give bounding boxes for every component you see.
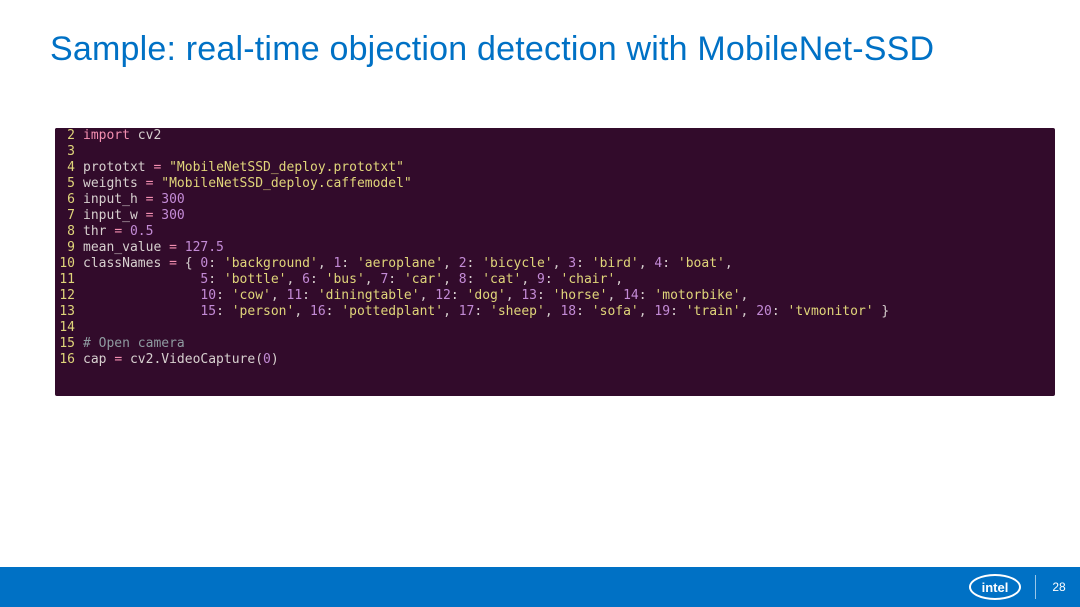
line-number: 11 [55,272,81,288]
line-number: 8 [55,224,81,240]
slide-title: Sample: real-time objection detection wi… [50,30,934,69]
page-number: 28 [1050,580,1068,594]
line-number: 2 [55,128,81,144]
intel-logo-icon: intel [969,574,1021,600]
code-block: 2import cv23 4prototxt = "MobileNetSSD_d… [55,128,1055,396]
code-text: mean_value = 127.5 [81,240,1055,256]
code-text: 15: 'person', 16: 'pottedplant', 17: 'sh… [81,304,1055,320]
code-text [81,320,1055,336]
line-number: 7 [55,208,81,224]
code-line: 7input_w = 300 [55,208,1055,224]
code-line: 3 [55,144,1055,160]
line-number: 6 [55,192,81,208]
line-number: 9 [55,240,81,256]
code-text: weights = "MobileNetSSD_deploy.caffemode… [81,176,1055,192]
code-text: cap = cv2.VideoCapture(0) [81,352,1055,368]
code-text: 5: 'bottle', 6: 'bus', 7: 'car', 8: 'cat… [81,272,1055,288]
code-text: prototxt = "MobileNetSSD_deploy.prototxt… [81,160,1055,176]
line-number: 3 [55,144,81,160]
slide-footer: intel 28 [0,567,1080,607]
code-line: 2import cv2 [55,128,1055,144]
line-number: 4 [55,160,81,176]
code-line: 14 [55,320,1055,336]
footer-divider [1035,575,1036,599]
code-text [81,144,1055,160]
code-line: 4prototxt = "MobileNetSSD_deploy.prototx… [55,160,1055,176]
slide: Sample: real-time objection detection wi… [0,0,1080,607]
intel-logo-text: intel [982,580,1009,595]
code-text: import cv2 [81,128,1055,144]
code-text: classNames = { 0: 'background', 1: 'aero… [81,256,1055,272]
code-line: 13 15: 'person', 16: 'pottedplant', 17: … [55,304,1055,320]
code-line: 12 10: 'cow', 11: 'diningtable', 12: 'do… [55,288,1055,304]
code-line: 16cap = cv2.VideoCapture(0) [55,352,1055,368]
code-text: # Open camera [81,336,1055,352]
code-line: 10classNames = { 0: 'background', 1: 'ae… [55,256,1055,272]
line-number: 12 [55,288,81,304]
line-number: 13 [55,304,81,320]
code-line: 6input_h = 300 [55,192,1055,208]
line-number: 16 [55,352,81,368]
code-text: input_h = 300 [81,192,1055,208]
code-line: 5weights = "MobileNetSSD_deploy.caffemod… [55,176,1055,192]
code-line: 9mean_value = 127.5 [55,240,1055,256]
code-text: input_w = 300 [81,208,1055,224]
code-line: 11 5: 'bottle', 6: 'bus', 7: 'car', 8: '… [55,272,1055,288]
code-line: 8thr = 0.5 [55,224,1055,240]
code-line: 15# Open camera [55,336,1055,352]
line-number: 15 [55,336,81,352]
line-number: 10 [55,256,81,272]
code-text: thr = 0.5 [81,224,1055,240]
line-number: 14 [55,320,81,336]
line-number: 5 [55,176,81,192]
footer-right-group: intel 28 [969,567,1068,607]
code-text: 10: 'cow', 11: 'diningtable', 12: 'dog',… [81,288,1055,304]
